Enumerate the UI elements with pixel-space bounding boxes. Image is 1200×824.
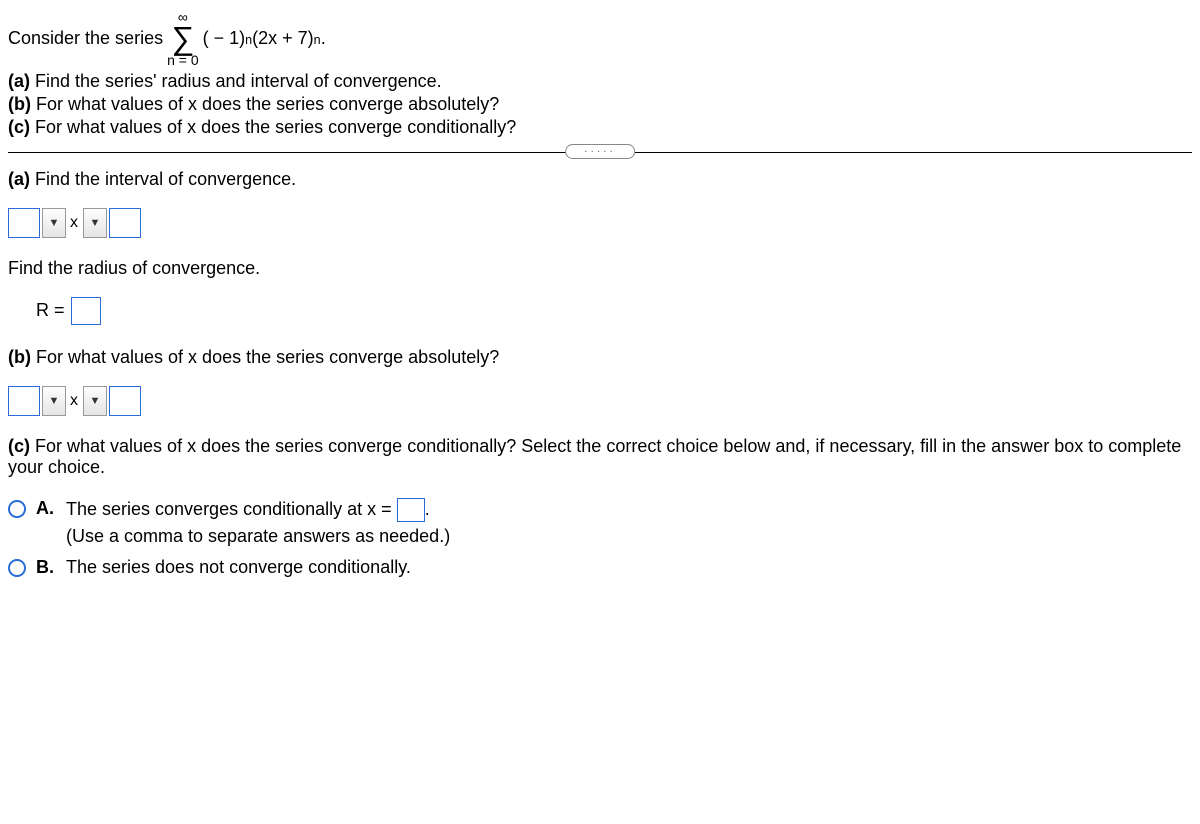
radius-prompt: Find the radius of convergence. — [8, 258, 1192, 279]
radio-option-a[interactable] — [8, 500, 26, 518]
intro-prefix: Consider the series — [8, 28, 163, 49]
conditional-x-input[interactable] — [397, 498, 425, 522]
x-variable-b: x — [70, 392, 78, 410]
choice-b-row: B. The series does not converge conditio… — [8, 557, 1192, 578]
choice-b-text: The series does not converge conditional… — [66, 557, 1192, 578]
radio-option-b[interactable] — [8, 559, 26, 577]
choice-a-row: A. The series converges conditionally at… — [8, 498, 1192, 547]
r-equals-label: R = — [36, 300, 65, 321]
sum-lower: n = 0 — [167, 53, 199, 67]
interval-input-row-a: x — [8, 208, 1192, 238]
abs-upper-input[interactable] — [109, 386, 141, 416]
series-intro: Consider the series ∞ ∑ n = 0 ( − 1)n(2x… — [8, 10, 1192, 67]
question-b: (b) For what values of x does the series… — [8, 94, 1192, 115]
choice-b-label: B. — [36, 557, 56, 578]
interval-upper-input[interactable] — [109, 208, 141, 238]
abs-lower-input[interactable] — [8, 386, 40, 416]
choice-group: A. The series converges conditionally at… — [8, 498, 1192, 578]
abs-lower-operator-dropdown[interactable] — [42, 386, 66, 416]
abs-upper-operator-dropdown[interactable] — [83, 386, 107, 416]
question-c: (c) For what values of x does the series… — [8, 117, 1192, 138]
interval-input-row-b: x — [8, 386, 1192, 416]
series-expression: ( − 1)n(2x + 7)n. — [203, 28, 326, 49]
question-a: (a) (a) Find the series' radius and inte… — [8, 71, 1192, 92]
interval-upper-operator-dropdown[interactable] — [83, 208, 107, 238]
choice-a-text-after: . — [425, 499, 430, 519]
summation-block: ∞ ∑ n = 0 — [167, 10, 199, 67]
choice-a-hint: (Use a comma to separate answers as need… — [66, 526, 1192, 547]
part-c-prompt: (c) For what values of x does the series… — [8, 436, 1192, 478]
interval-lower-operator-dropdown[interactable] — [42, 208, 66, 238]
choice-a-text-before: The series converges conditionally at x … — [66, 499, 392, 519]
section-divider: ····· — [8, 152, 1192, 153]
divider-dots: ····· — [565, 144, 635, 159]
choice-a-label: A. — [36, 498, 56, 519]
part-b-prompt: (b) For what values of x does the series… — [8, 347, 1192, 368]
radius-input-row: R = — [36, 297, 1192, 325]
x-variable: x — [70, 214, 78, 232]
part-a-interval: (a) Find the interval of convergence. — [8, 169, 1192, 190]
radius-input[interactable] — [71, 297, 101, 325]
interval-lower-input[interactable] — [8, 208, 40, 238]
choice-a-body: The series converges conditionally at x … — [66, 498, 1192, 547]
sigma-symbol: ∑ — [171, 24, 194, 53]
